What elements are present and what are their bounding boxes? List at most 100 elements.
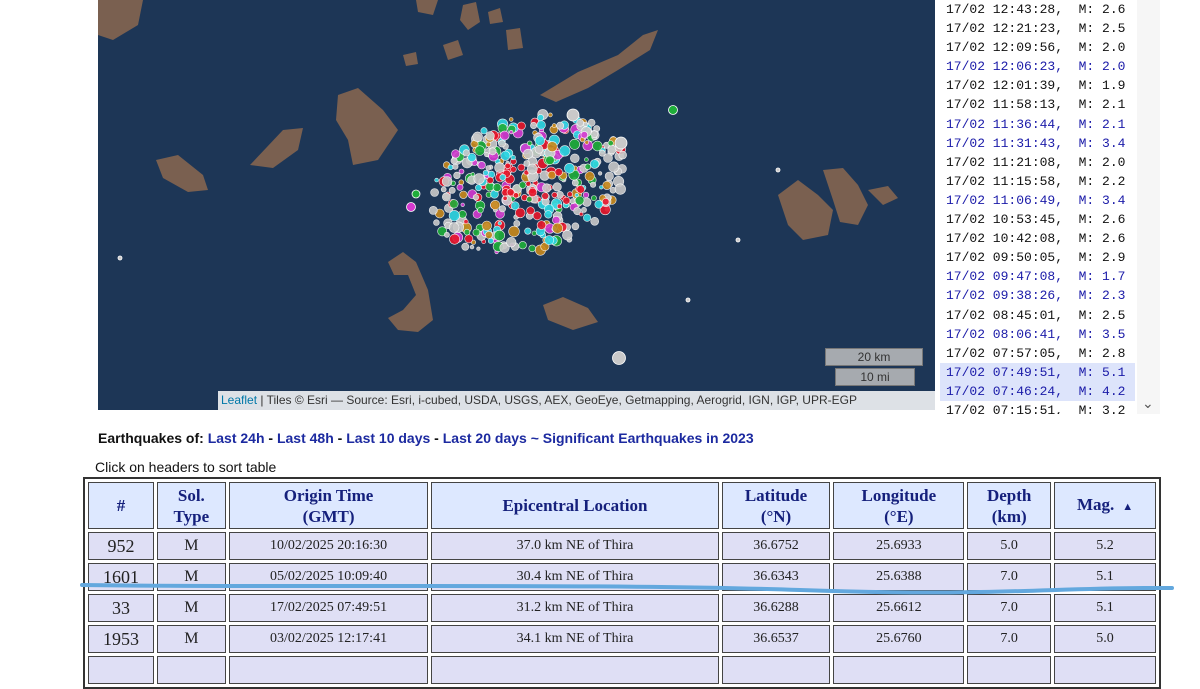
quake-list-item[interactable]: 17/02 07:57:05, M: 2.8 [940,344,1135,363]
earthquake-marker[interactable] [506,188,515,197]
earthquake-marker[interactable] [449,199,459,209]
quake-list-item[interactable]: 17/02 08:06:41, M: 3.5 [940,325,1135,344]
earthquake-marker[interactable] [590,217,600,226]
seismic-map[interactable]: 20 km 10 mi [98,0,935,410]
earthquake-marker[interactable] [590,195,597,201]
earthquake-marker[interactable] [603,153,613,163]
earthquake-marker[interactable] [599,185,604,190]
quake-list-item[interactable]: 17/02 12:01:39, M: 1.9 [940,76,1135,95]
earthquake-marker[interactable] [434,177,439,183]
earthquake-marker[interactable] [590,181,597,188]
earthquake-marker[interactable] [518,241,527,250]
earthquake-marker[interactable] [517,163,526,172]
earthquake-marker[interactable] [584,157,589,162]
earthquake-marker[interactable] [584,171,595,182]
earthquake-marker[interactable] [463,219,469,225]
quake-list-item[interactable]: 17/02 07:46:24, M: 4.2 [940,381,1135,401]
earthquake-marker[interactable] [579,211,584,217]
earthquake-marker[interactable] [469,244,475,250]
earthquake-marker[interactable] [497,221,502,226]
earthquake-marker[interactable] [449,233,460,245]
earthquake-marker[interactable] [488,147,497,156]
earthquake-marker[interactable] [534,135,546,146]
earthquake-marker[interactable] [562,230,573,241]
earthquake-marker[interactable] [544,235,555,246]
earthquake-marker[interactable] [509,117,514,122]
earthquake-marker[interactable] [510,154,516,161]
filter-last-20-days-link[interactable]: Last 20 days [443,430,527,446]
earthquake-marker[interactable] [448,186,456,194]
earthquake-marker[interactable] [536,220,547,230]
earthquake-marker[interactable] [499,130,510,141]
earthquake-marker[interactable] [580,131,588,139]
table-row[interactable]: 1601 M 05/02/2025 10:09:40 30.4 km NE of Th… [88,563,1156,591]
earthquake-marker[interactable] [406,202,416,212]
earthquake-marker[interactable] [463,228,471,236]
earthquake-marker[interactable] [513,220,521,227]
map-canvas[interactable] [98,0,935,410]
col-header-magnitude[interactable]: Mag. ▲ [1054,482,1156,529]
quake-list-item[interactable]: 17/02 09:38:26, M: 2.3 [940,286,1135,305]
earthquake-marker[interactable] [562,196,571,205]
earthquake-marker[interactable] [584,140,589,145]
earthquake-marker[interactable] [554,168,563,177]
earthquake-marker[interactable] [524,227,532,235]
earthquake-marker[interactable] [592,140,603,152]
earthquake-marker[interactable] [462,149,470,157]
quake-list-item[interactable]: 17/02 07:15:51, M: 3.2 [940,401,1135,414]
earthquake-marker[interactable] [584,163,591,170]
earthquake-marker[interactable] [598,171,603,176]
earthquake-marker[interactable] [574,193,579,198]
quake-list-item[interactable]: 17/02 08:45:01, M: 2.5 [940,306,1135,325]
earthquake-marker[interactable] [552,182,562,192]
quake-list-item[interactable]: 17/02 07:49:51, M: 5.1 [940,362,1135,382]
earthquake-marker[interactable] [602,198,610,206]
col-header-epicentral-location[interactable]: Epicentral Location [431,482,719,529]
quake-list-item[interactable]: 17/02 11:21:08, M: 2.0 [940,153,1135,172]
earthquake-marker[interactable] [508,225,520,238]
earthquake-marker[interactable] [472,228,481,237]
earthquake-marker[interactable] [685,297,691,303]
list-scrollbar[interactable]: ⌄ [1137,0,1160,414]
earthquake-marker[interactable] [536,120,546,130]
earthquake-marker[interactable] [499,173,507,181]
table-row[interactable]: 1953 M 03/02/2025 12:17:41 34.1 km NE of Th… [88,625,1156,653]
earthquake-marker[interactable] [480,127,488,135]
earthquake-marker[interactable] [485,131,495,141]
earthquake-marker[interactable] [475,184,482,192]
earthquake-marker[interactable] [551,191,558,199]
earthquake-marker[interactable] [569,198,576,205]
earthquake-marker[interactable] [564,163,575,174]
earthquake-marker[interactable] [566,108,580,122]
earthquake-marker[interactable] [481,220,492,231]
earthquake-marker[interactable] [428,205,438,215]
scroll-down-chevron-icon[interactable]: ⌄ [1142,395,1154,412]
earthquake-marker[interactable] [775,167,781,173]
earthquake-marker[interactable] [530,122,538,130]
earthquake-marker[interactable] [587,118,596,127]
earthquake-marker[interactable] [494,162,505,173]
quake-list-item[interactable]: 17/02 10:42:08, M: 2.6 [940,229,1135,248]
earthquake-marker[interactable] [552,216,561,225]
table-row[interactable]: 33 M 17/02/2025 07:49:51 31.2 km NE of Thir… [88,594,1156,622]
table-row[interactable] [88,656,1156,684]
earthquake-marker[interactable] [604,171,614,181]
earthquake-marker[interactable] [472,194,480,201]
earthquake-marker[interactable] [581,206,587,213]
earthquake-marker[interactable] [448,210,461,222]
quake-list-item[interactable]: 17/02 11:58:13, M: 2.1 [940,95,1135,114]
quake-list-item[interactable]: 17/02 09:50:05, M: 2.9 [940,248,1135,267]
earthquake-marker[interactable] [541,192,550,200]
earthquake-marker[interactable] [526,206,535,215]
earthquake-marker[interactable] [506,237,517,248]
filter-last-24h-link[interactable]: Last 24h [208,430,265,446]
earthquake-marker[interactable] [571,222,580,231]
col-header-sol-type[interactable]: Sol. Type [156,482,226,529]
earthquake-marker[interactable] [607,140,614,147]
earthquake-marker[interactable] [570,153,580,164]
earthquake-marker[interactable] [542,183,552,193]
earthquake-marker[interactable] [461,242,470,251]
earthquake-marker[interactable] [482,169,489,176]
earthquake-marker[interactable] [559,145,571,157]
earthquake-marker[interactable] [411,189,421,199]
